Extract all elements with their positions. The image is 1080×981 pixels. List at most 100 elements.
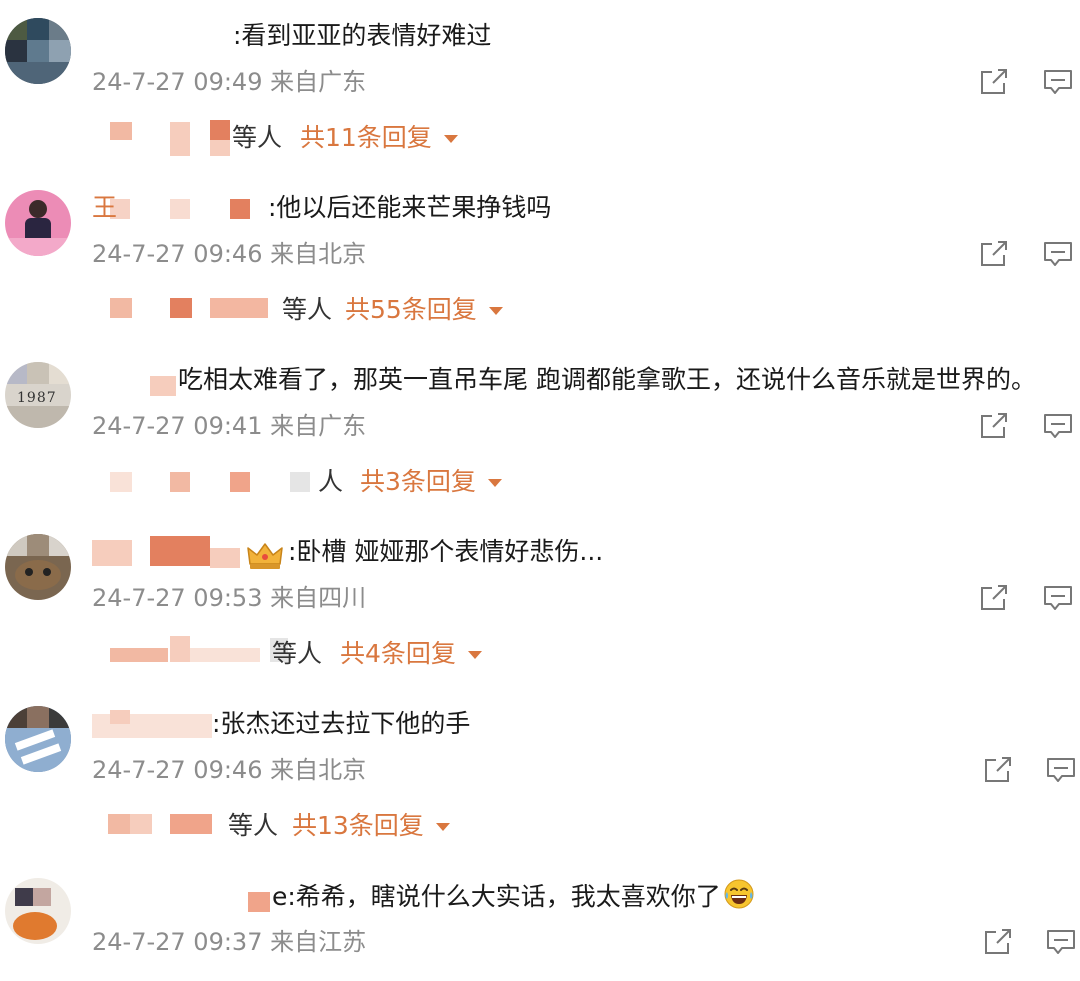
comment-meta: 24-7-27 09:46 来自北京 <box>92 238 366 270</box>
reply-count-link[interactable]: 共4条回复 <box>340 636 482 672</box>
name-mosaic <box>170 298 192 318</box>
comment-text: 王 <box>92 190 117 226</box>
name-mosaic <box>110 298 132 318</box>
name-mosaic <box>150 376 176 396</box>
share-icon[interactable] <box>979 584 1009 612</box>
replies-row[interactable]: 等人 共11条回复 <box>0 120 1080 156</box>
comment-time: 24-7-27 09:46 <box>92 756 263 784</box>
comment-location: 来自北京 <box>270 756 367 784</box>
replies-row[interactable]: 人 共3条回复 <box>0 464 1080 500</box>
reply-count-link[interactable]: 共55条回复 <box>345 292 503 328</box>
name-mosaic <box>210 140 230 156</box>
reply-count-link[interactable]: 共11条回复 <box>300 120 458 156</box>
comment-reply-icon[interactable] <box>1043 412 1073 440</box>
name-mosaic <box>92 540 132 566</box>
replies-suffix: 等人 <box>228 811 279 840</box>
avatar[interactable]: 1987 <box>5 362 71 428</box>
avatar[interactable] <box>5 534 71 600</box>
comment-text: e:希希，瞎说什么大实话，我太喜欢你了 <box>272 878 755 915</box>
replies-row[interactable]: 等人 共55条回复 <box>0 292 1080 328</box>
comment-time: 24-7-27 09:37 <box>92 928 263 956</box>
name-mosaic <box>210 120 230 140</box>
name-mosaic <box>110 122 132 140</box>
avatar[interactable] <box>5 18 71 84</box>
name-mosaic <box>230 199 250 219</box>
crown-badge-icon <box>247 543 283 569</box>
avatar[interactable] <box>5 706 71 772</box>
reply-count-label: 共4条回复 <box>340 639 456 668</box>
name-mosaic <box>110 710 130 724</box>
comment-reply-icon[interactable] <box>1046 928 1076 956</box>
name-mosaic <box>210 298 268 318</box>
comment-meta: 24-7-27 09:41 来自广东 <box>92 410 366 442</box>
comment-meta: 24-7-27 09:49 来自广东 <box>92 66 366 98</box>
reply-count-link[interactable]: 共3条回复 <box>360 464 502 500</box>
share-icon[interactable] <box>983 928 1013 956</box>
comment-text: :看到亚亚的表情好难过 <box>233 21 492 50</box>
comment-reply-icon[interactable] <box>1043 240 1073 268</box>
comment-meta: 24-7-27 09:53 来自四川 <box>92 582 366 614</box>
comment-reply-icon[interactable] <box>1046 756 1076 784</box>
comment-text: :卧槽 娅娅那个表情好悲伤... <box>288 537 604 566</box>
comment-time: 24-7-27 09:53 <box>92 584 263 612</box>
caret-down-icon <box>488 307 503 315</box>
name-mosaic <box>130 814 152 834</box>
share-icon[interactable] <box>979 240 1009 268</box>
comment-text-body: e:希希，瞎说什么大实话，我太喜欢你了 <box>272 882 721 911</box>
comment-location: 来自广东 <box>270 68 367 96</box>
comment-text: :他以后还能来芒果挣钱吗 <box>268 193 552 222</box>
name-mosaic <box>110 648 168 662</box>
share-icon[interactable] <box>983 756 1013 784</box>
name-mosaic <box>210 548 240 568</box>
comment-time: 24-7-27 09:41 <box>92 412 263 440</box>
name-mosaic <box>230 472 250 492</box>
reply-count-link[interactable]: 共13条回复 <box>292 808 450 844</box>
comment-meta: 24-7-27 09:37 来自江苏 <box>92 926 366 958</box>
caret-down-icon <box>443 135 458 143</box>
name-mosaic <box>190 648 260 662</box>
name-mosaic <box>248 892 270 912</box>
name-mosaic <box>170 814 212 834</box>
name-mosaic <box>170 122 190 156</box>
comment-location: 来自广东 <box>270 412 367 440</box>
comment-reply-icon[interactable] <box>1043 584 1073 612</box>
comment-location: 来自北京 <box>270 240 367 268</box>
caret-down-icon <box>487 479 502 487</box>
reply-count-label: 共13条回复 <box>292 811 424 840</box>
name-mosaic <box>150 536 210 566</box>
name-mosaic <box>110 472 132 492</box>
comment-meta: 24-7-27 09:46 来自北京 <box>92 754 366 786</box>
comment-text: :张杰还过去拉下他的手 <box>212 709 471 738</box>
comment-item: :卧槽 娅娅那个表情好悲伤... 24-7-27 09:53 来自四川 等人 共… <box>0 516 1080 688</box>
caret-down-icon <box>435 823 450 831</box>
comment-item: :看到亚亚的表情好难过 24-7-27 09:49 来自广东 等人 共11条回复 <box>0 0 1080 172</box>
comment-reply-icon[interactable] <box>1043 68 1073 96</box>
reply-count-label: 共55条回复 <box>345 295 477 324</box>
name-mosaic <box>290 472 310 492</box>
name-fragment: 王 <box>92 193 118 222</box>
reply-count-label: 共3条回复 <box>360 467 476 496</box>
comment-item: e:希希，瞎说什么大实话，我太喜欢你了 24-7-27 09:37 来自江苏 <box>0 860 1080 981</box>
comment-item: :张杰还过去拉下他的手 24-7-27 09:46 来自北京 等人 共13条回复 <box>0 688 1080 860</box>
replies-suffix: 等人 <box>232 123 283 152</box>
replies-suffix: 人 <box>318 467 344 496</box>
replies-row[interactable]: 等人 共13条回复 <box>0 808 1080 844</box>
comment-location: 来自江苏 <box>270 928 367 956</box>
comment-time: 24-7-27 09:49 <box>92 68 263 96</box>
name-mosaic <box>108 814 130 834</box>
name-mosaic <box>170 636 190 662</box>
comment-time: 24-7-27 09:46 <box>92 240 263 268</box>
avatar[interactable] <box>5 878 71 944</box>
share-icon[interactable] <box>979 68 1009 96</box>
share-icon[interactable] <box>979 412 1009 440</box>
replies-row[interactable]: 等人 共4条回复 <box>0 636 1080 672</box>
comment-location: 来自四川 <box>270 584 367 612</box>
reply-count-label: 共11条回复 <box>300 123 432 152</box>
name-mosaic <box>170 472 190 492</box>
comment-text: 吃相太难看了，那英一直吊车尾 跑调都能拿歌王，还说什么音乐就是世界的。 <box>178 365 1036 394</box>
avatar[interactable] <box>5 190 71 256</box>
caret-down-icon <box>467 651 482 659</box>
comment-item: 王 :他以后还能来芒果挣钱吗 24-7-27 09:46 来自北京 等人 共55… <box>0 172 1080 344</box>
comment-item: 1987 吃相太难看了，那英一直吊车尾 跑调都能拿歌王，还说什么音乐就是世界的。… <box>0 344 1080 516</box>
name-mosaic <box>170 199 190 219</box>
